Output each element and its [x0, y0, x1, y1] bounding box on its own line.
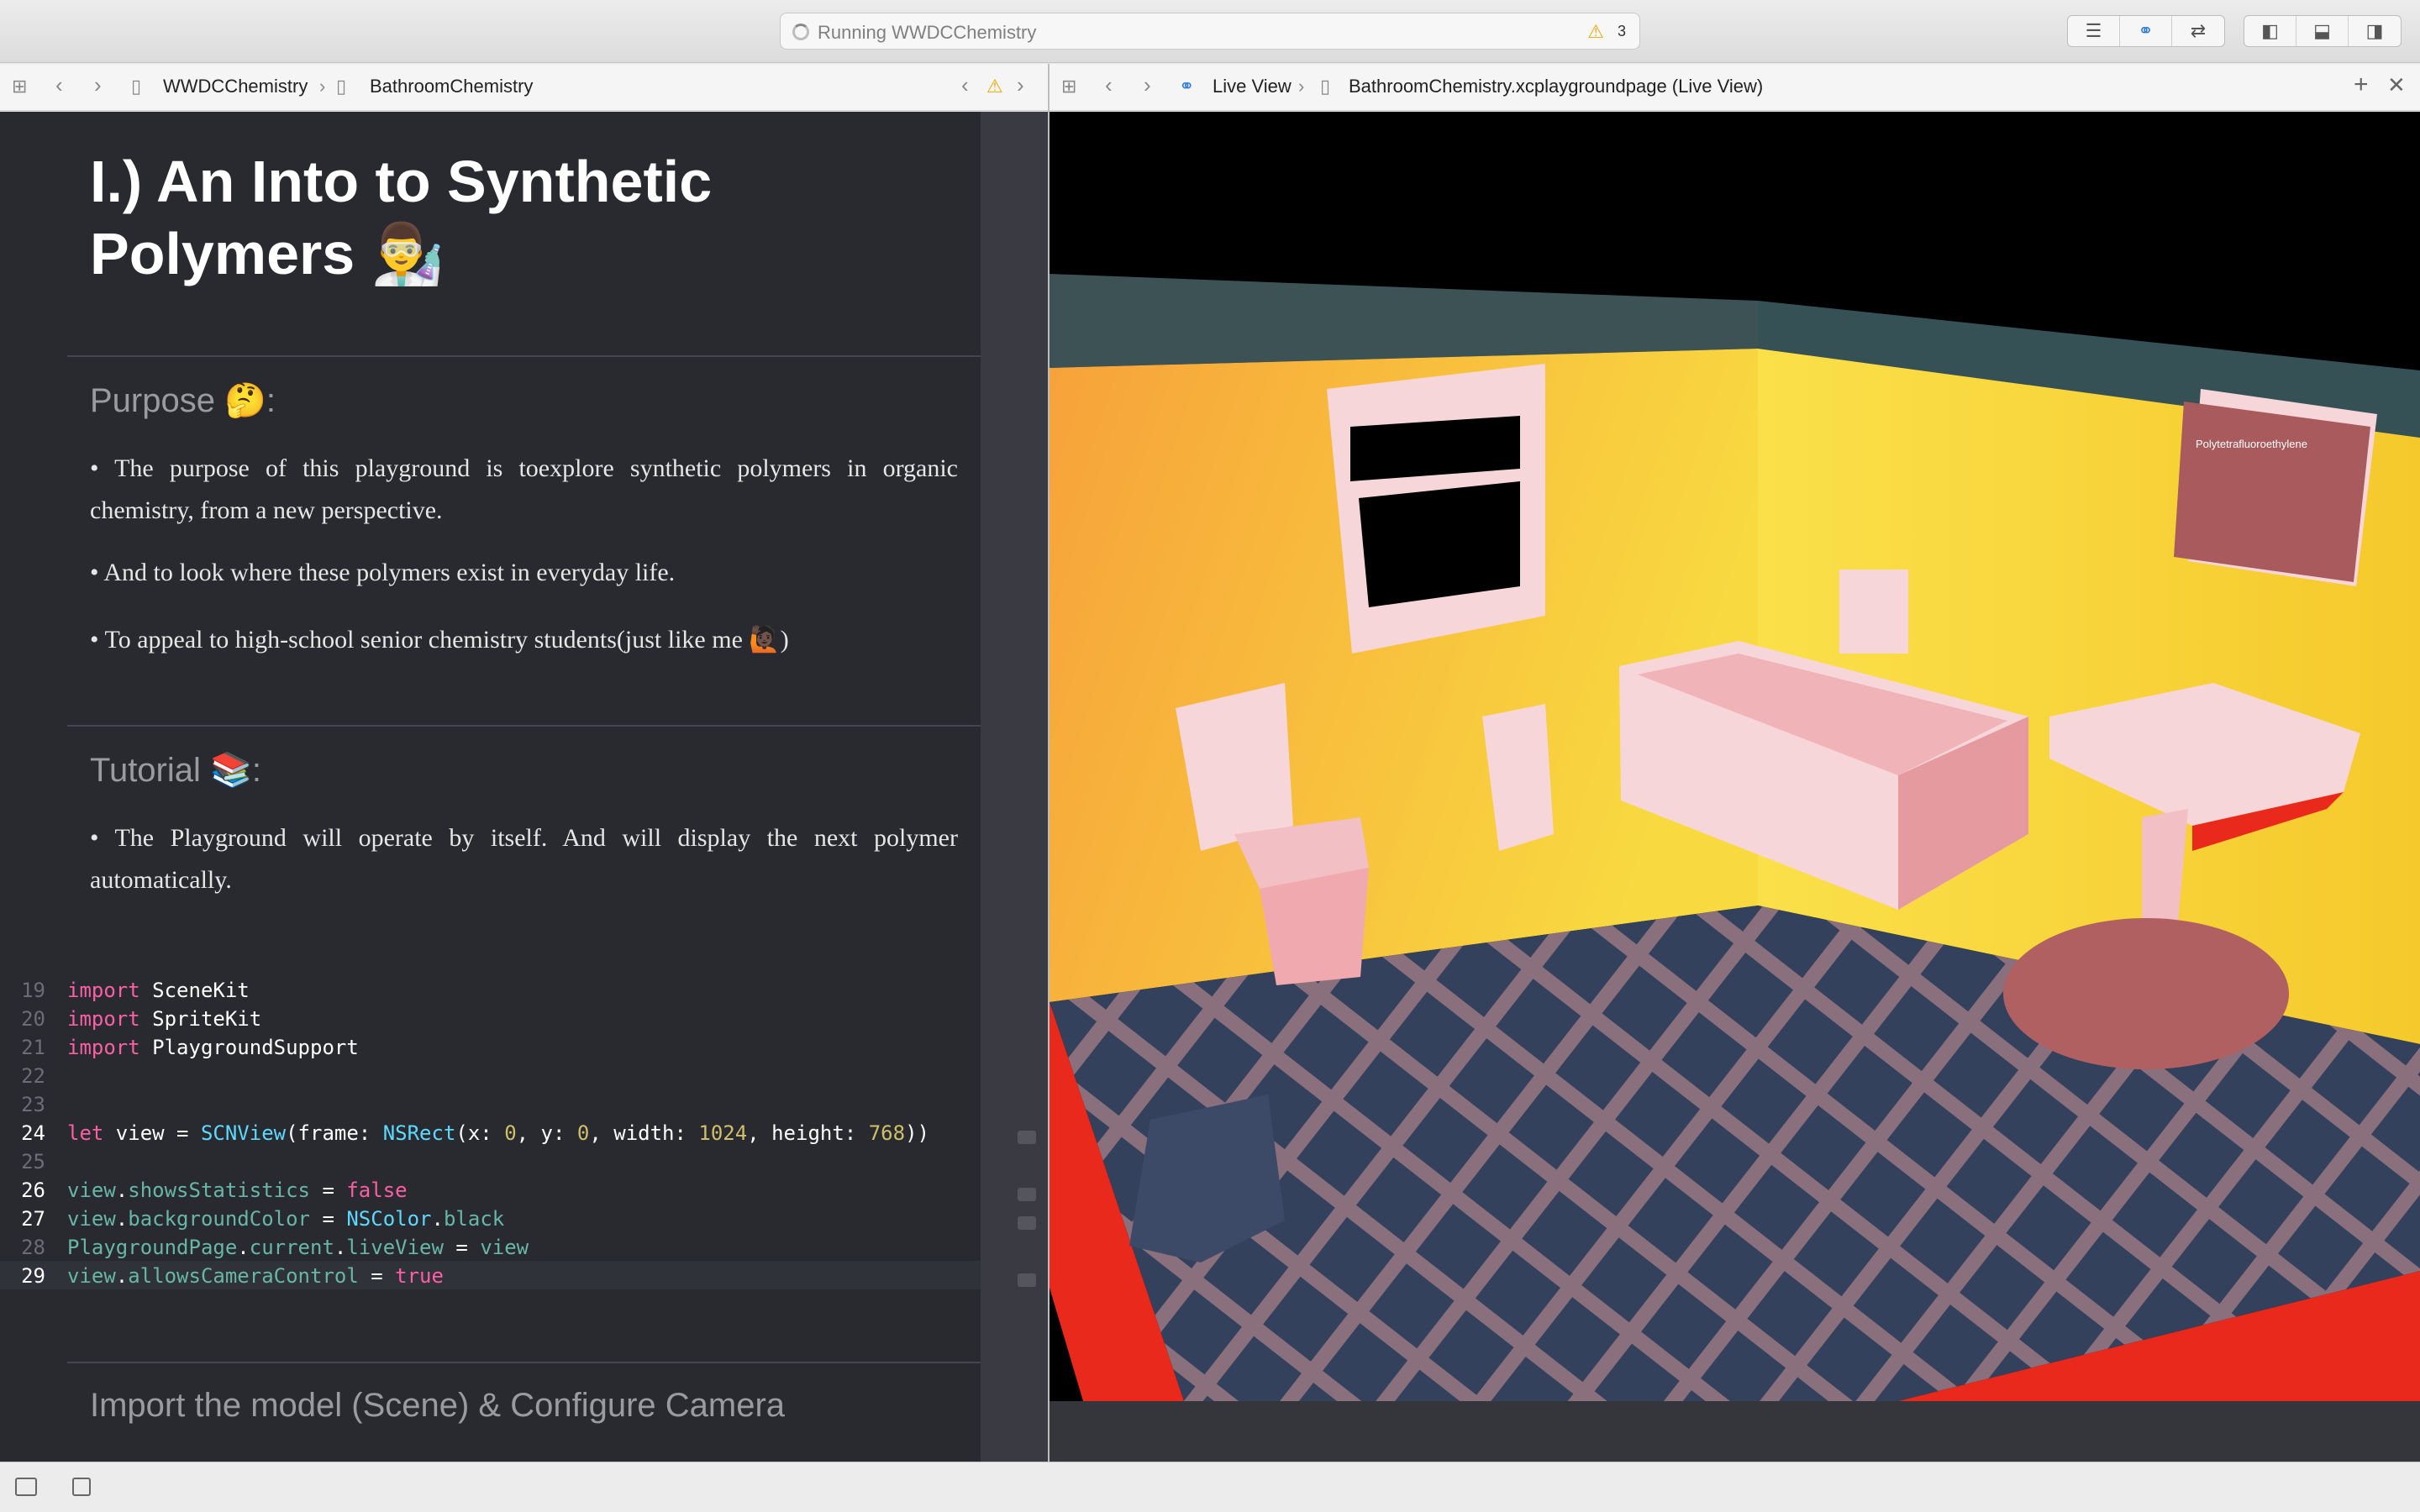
editor-assistant-icon[interactable]: ⚭ — [2120, 16, 2172, 46]
activity-viewer: Running WWDCChemistry ⚠ 3 — [780, 13, 1640, 50]
playground-editor[interactable]: I.) An Into to Synthetic Polymers 👨‍🔬 Pu… — [0, 112, 1048, 1462]
result-marker[interactable] — [1018, 1131, 1036, 1144]
warning-icon[interactable]: ⚠ — [1587, 21, 1604, 43]
chevron-right-icon[interactable]: › — [94, 72, 102, 98]
debug-toggle-icon[interactable]: ⬓ — [2296, 16, 2349, 46]
navigator-toggle-icon[interactable]: ◧ — [2244, 16, 2296, 46]
bath-rug — [2003, 918, 2289, 1069]
window-toolbar: Running WWDCChemistry ⚠ 3 ☰ ⚭ ⇄ ◧ ⬓ ◨ — [0, 0, 2420, 63]
editor-mode-segment: ☰ ⚭ ⇄ — [2067, 15, 2225, 47]
purpose-bullet: • The purpose of this playground is toex… — [90, 454, 958, 524]
purpose-bullet: • To appeal to high-school senior chemis… — [90, 626, 789, 654]
issue-prev-icon[interactable]: ‹ — [961, 72, 969, 98]
left-jump-bar: ⊞ ‹ › ▯ WWDCChemistry › ▯ BathroomChemis… — [0, 64, 1048, 111]
grid-icon[interactable]: ⊞ — [12, 76, 27, 97]
code-line-current[interactable]: 29 view.allowsCameraControl = true — [0, 1261, 981, 1289]
debug-bar — [0, 1462, 2420, 1512]
chevron-right-icon[interactable]: › — [1144, 72, 1151, 98]
close-icon[interactable]: ✕ — [2387, 72, 2406, 98]
live-view[interactable]: Polytetrafluoroethylene — [1050, 112, 2420, 1401]
swift-file-icon: ▯ — [131, 76, 142, 97]
result-marker[interactable] — [1018, 1188, 1036, 1201]
code-line[interactable]: 23 — [0, 1089, 981, 1118]
divider — [67, 355, 981, 357]
page-title: I.) An Into to Synthetic Polymers 👨‍🔬 — [90, 149, 713, 286]
chevron-left-icon[interactable]: ‹ — [1105, 72, 1113, 98]
view-toggle-segment: ◧ ⬓ ◨ — [2244, 15, 2402, 47]
scene-canvas: Polytetrafluoroethylene — [1050, 274, 2420, 1401]
editor-version-icon[interactable]: ⇄ — [2172, 16, 2224, 46]
window — [1327, 364, 1545, 654]
add-icon[interactable]: + — [2354, 71, 2369, 99]
divider — [67, 725, 981, 727]
console-toggle-icon[interactable] — [15, 1478, 37, 1496]
poster: Polytetrafluoroethylene — [2174, 389, 2377, 586]
progress-spinner-icon — [792, 24, 809, 40]
swift-file-icon: ▯ — [336, 76, 347, 97]
code-line[interactable]: 22 — [0, 1061, 981, 1089]
stop-icon[interactable] — [72, 1478, 91, 1496]
breadcrumb-file[interactable]: BathroomChemistry — [370, 76, 533, 97]
result-marker[interactable] — [1018, 1273, 1036, 1287]
chevron-left-icon[interactable]: ‹ — [55, 72, 63, 98]
breadcrumb-separator: › — [1298, 76, 1305, 97]
code-line[interactable]: 20 import SpriteKit — [0, 1004, 981, 1032]
towel — [1839, 570, 1908, 654]
grid-icon[interactable]: ⊞ — [1061, 76, 1076, 97]
results-sidebar — [981, 112, 1048, 1462]
right-jump-bar: ⊞ ‹ › ⚭ Live View › ▯ BathroomChemistry.… — [1050, 64, 2420, 111]
breadcrumb-mode[interactable]: Live View — [1213, 76, 1292, 97]
purpose-heading: Purpose 🤔: — [90, 382, 276, 419]
divider — [67, 1362, 981, 1363]
issue-next-icon[interactable]: › — [1017, 72, 1024, 98]
live-view-icon: ⚭ — [1179, 76, 1195, 97]
editor-standard-icon[interactable]: ☰ — [2068, 16, 2120, 46]
code-line[interactable]: 25 — [0, 1147, 981, 1175]
warning-icon[interactable]: ⚠ — [986, 76, 1003, 97]
purpose-bullet: • And to look where these polymers exist… — [90, 559, 676, 586]
breadcrumb-file[interactable]: BathroomChemistry.xcplaygroundpage (Live… — [1349, 76, 1763, 97]
result-marker[interactable] — [1018, 1216, 1036, 1230]
code-line[interactable]: 19 import SceneKit — [0, 975, 981, 1004]
tutorial-heading: Tutorial 📚: — [90, 752, 261, 789]
next-section-heading: Import the model (Scene) & Configure Cam… — [90, 1387, 786, 1424]
code-line[interactable]: 21 import PlaygroundSupport — [0, 1032, 981, 1061]
inspector-toggle-icon[interactable]: ◨ — [2349, 16, 2401, 46]
code-line[interactable]: 28 PlaygroundPage.current.liveView = vie… — [0, 1232, 981, 1261]
live-view-footer — [1050, 1401, 2420, 1462]
code-line[interactable]: 24 let view = SCNView(frame: NSRect(x: 0… — [0, 1118, 981, 1147]
breadcrumb-separator: › — [319, 76, 326, 97]
tutorial-bullet: • The Playground will operate by itself.… — [90, 824, 958, 894]
code-line[interactable]: 26 view.showsStatistics = false — [0, 1175, 981, 1204]
activity-status: Running WWDCChemistry — [818, 22, 1037, 43]
playground-file-icon: ▯ — [1320, 76, 1331, 97]
code-line[interactable]: 27 view.backgroundColor = NSColor.black — [0, 1204, 981, 1232]
breadcrumb-project[interactable]: WWDCChemistry — [163, 76, 308, 97]
warning-count[interactable]: 3 — [1618, 23, 1626, 40]
svg-text:Polytetrafluoroethylene: Polytetrafluoroethylene — [2196, 438, 2307, 450]
